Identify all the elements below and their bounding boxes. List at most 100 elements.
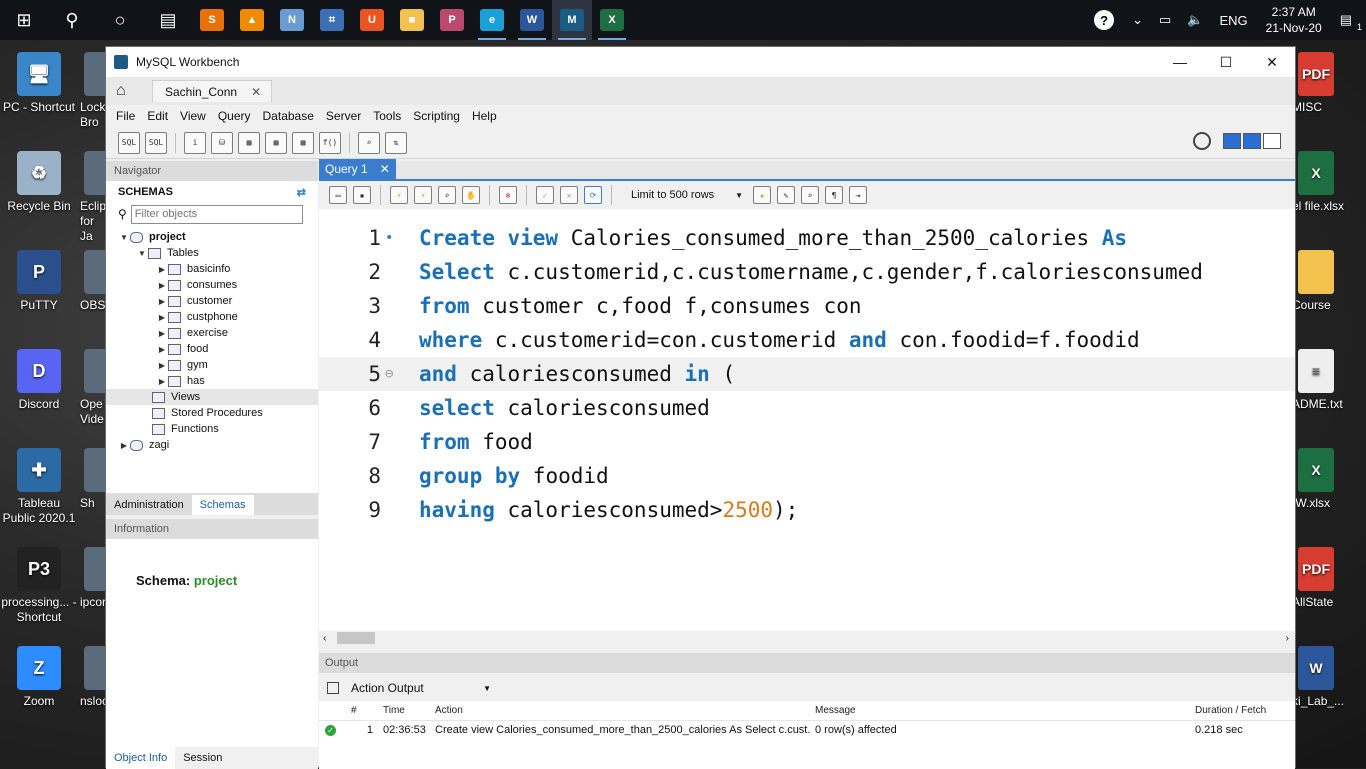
taskbar-app-word[interactable]: W [512, 0, 552, 40]
volume-icon[interactable]: 🔈 [1179, 12, 1211, 28]
code-line[interactable]: 3 from customer c,food f,consumes con [319, 289, 1295, 323]
toggle-sidebar-icon[interactable] [1223, 133, 1241, 149]
menu-item-file[interactable]: File [110, 109, 141, 123]
menu-item-query[interactable]: Query [212, 109, 257, 123]
desktop-icon[interactable]: ≡ ADME.txt [1292, 349, 1366, 412]
menu-item-tools[interactable]: Tools [367, 109, 407, 123]
tree-functions[interactable]: Functions [106, 421, 318, 437]
settings-icon[interactable] [1193, 132, 1211, 150]
expand-arrow-icon[interactable]: ▶ [156, 345, 168, 354]
table-row[interactable]: ✓ 1 02:36:53 Create view Calories_consumed_… [319, 721, 1295, 739]
desktop-icon[interactable]: ✚ Tableau Public 2020.1 [0, 448, 78, 526]
taskbar-app-notepad[interactable]: N [272, 0, 312, 40]
expand-arrow-icon[interactable]: ▶ [156, 297, 168, 306]
desktop-icon[interactable]: P PuTTY [0, 250, 78, 313]
rollback-icon[interactable]: ✕ [560, 186, 578, 204]
desktop-icon[interactable]: X IW.xlsx [1292, 448, 1366, 511]
taskbar-app-sublime[interactable]: S [192, 0, 232, 40]
desktop-icon[interactable]: Xel file.xlsx [1292, 151, 1366, 214]
code-line[interactable]: 9 having caloriesconsumed>2500); [319, 493, 1295, 527]
output-type-select[interactable]: Action Output ▼ [347, 678, 495, 698]
help-icon[interactable]: ? [1094, 10, 1115, 30]
tree-table-food[interactable]: ▶ food [106, 341, 318, 357]
tree-schema-project[interactable]: ▼ project [106, 229, 318, 245]
maximize-button[interactable]: ☐ [1203, 47, 1249, 77]
tree-table-customer[interactable]: ▶ customer [106, 293, 318, 309]
new-sql-tab-icon[interactable]: SQL [118, 131, 140, 154]
clock[interactable]: 2:37 AM 21-Nov-20 [1256, 4, 1332, 36]
sql-editor[interactable]: 1 • Create view Calories_consumed_more_tha… [319, 209, 1295, 631]
desktop-icon[interactable]: nsloc [74, 646, 106, 709]
desktop-icon[interactable]: Ope Vide [74, 349, 106, 427]
home-icon[interactable]: ⌂ [116, 82, 140, 100]
commit-icon[interactable]: ✓ [536, 186, 554, 204]
code-line[interactable]: 6 select caloriesconsumed [319, 391, 1295, 425]
desktop-icon[interactable]: PDF AllState [1292, 547, 1366, 610]
expand-arrow-icon[interactable]: ▼ [136, 249, 148, 258]
stop-icon[interactable]: ✋ [462, 186, 480, 204]
expand-arrow-icon[interactable]: ▶ [156, 265, 168, 274]
expand-arrow-icon[interactable]: ▶ [156, 377, 168, 386]
create-table-icon[interactable]: ▦ [238, 131, 260, 154]
execute-current-icon[interactable]: ⚡ [414, 186, 432, 204]
create-view-icon[interactable]: ▦ [265, 131, 287, 154]
tree-tables[interactable]: ▼ Tables [106, 245, 318, 261]
desktop-icon[interactable]: Wki_Lab_... [1292, 646, 1366, 709]
tab-schemas[interactable]: Schemas [191, 495, 254, 515]
toggle-error-icon[interactable]: ⊗ [499, 186, 517, 204]
tree-table-custphone[interactable]: ▶ custphone [106, 309, 318, 325]
desktop-icon[interactable]: Sh [74, 448, 106, 511]
desktop-icon[interactable]: ipcor [74, 547, 106, 610]
expand-arrow-icon[interactable]: ▶ [156, 361, 168, 370]
horizontal-scrollbar[interactable]: ‹ › [319, 631, 1295, 645]
tab-object-info[interactable]: Object Info [106, 747, 176, 769]
tree-stored-procedures[interactable]: Stored Procedures [106, 405, 318, 421]
desktop-icon[interactable]: Eclip for Ja [74, 151, 106, 244]
notifications-icon[interactable]: ▤ 1 [1332, 12, 1366, 32]
save-icon[interactable]: ▪ [353, 186, 371, 204]
autocommit-icon[interactable]: ⟳ [584, 186, 602, 204]
taskbar-app-network[interactable]: ⌗ [312, 0, 352, 40]
menu-item-edit[interactable]: Edit [141, 109, 174, 123]
explain-icon[interactable]: ⌕ [438, 186, 456, 204]
expand-arrow-icon[interactable]: ▼ [118, 233, 130, 242]
close-tab-icon[interactable]: ✕ [251, 85, 261, 99]
battery-icon[interactable]: ▭ [1151, 12, 1179, 28]
reconnect-icon[interactable]: ⇅ [385, 131, 407, 154]
task-view-icon[interactable]: ▤ [144, 0, 192, 40]
menu-item-scripting[interactable]: Scripting [407, 109, 466, 123]
windows-start-icon[interactable]: ⊞ [0, 0, 48, 40]
wrap-lines-icon[interactable]: ⇥ [849, 186, 867, 204]
code-line[interactable]: 7 from food [319, 425, 1295, 459]
code-line[interactable]: 2 Select c.customerid,c.customername,c.ge… [319, 255, 1295, 289]
code-line[interactable]: 8 group by foodid [319, 459, 1295, 493]
taskbar-app-ubuntu[interactable]: U [352, 0, 392, 40]
tab-administration[interactable]: Administration [106, 495, 192, 515]
desktop-icon[interactable]: P3 processing... - Shortcut [0, 547, 78, 625]
limit-rows-select[interactable]: Limit to 500 rows ▼ [627, 185, 747, 205]
expand-arrow-icon[interactable]: ▶ [118, 441, 130, 450]
taskbar-app-mysql-workbench[interactable]: M [552, 0, 592, 40]
language-indicator[interactable]: ENG [1212, 13, 1256, 28]
menu-item-server[interactable]: Server [320, 109, 367, 123]
desktop-icon[interactable]: Z Zoom [0, 646, 78, 709]
code-line[interactable]: 4 where c.customerid=con.customerid and c… [319, 323, 1295, 357]
scroll-right-icon[interactable]: › [1286, 633, 1289, 644]
desktop-icon[interactable]: 🖥 PC - Shortcut [0, 52, 78, 115]
toggle-output-icon[interactable] [1243, 133, 1261, 149]
menu-item-database[interactable]: Database [257, 109, 320, 123]
copy-output-icon[interactable] [327, 682, 339, 694]
expand-arrow-icon[interactable]: ▶ [156, 329, 168, 338]
desktop-icon[interactable]: ♻ Recycle Bin [0, 151, 78, 214]
filter-objects-input[interactable] [130, 204, 303, 224]
taskbar-app-edge[interactable]: e [472, 0, 512, 40]
refresh-schemas-icon[interactable]: ⇄ [297, 186, 306, 199]
minimize-button[interactable]: — [1157, 47, 1203, 77]
taskbar-app-paint[interactable]: P [432, 0, 472, 40]
tree-table-basicinfo[interactable]: ▶ basicinfo [106, 261, 318, 277]
find-icon[interactable]: ⌕ [801, 186, 819, 204]
expand-arrow-icon[interactable]: ▶ [156, 281, 168, 290]
code-line[interactable]: 5 ⊖ and caloriesconsumed in ( [319, 357, 1295, 391]
desktop-icon[interactable]: Lock Bro [74, 52, 106, 130]
menu-item-view[interactable]: View [174, 109, 212, 123]
